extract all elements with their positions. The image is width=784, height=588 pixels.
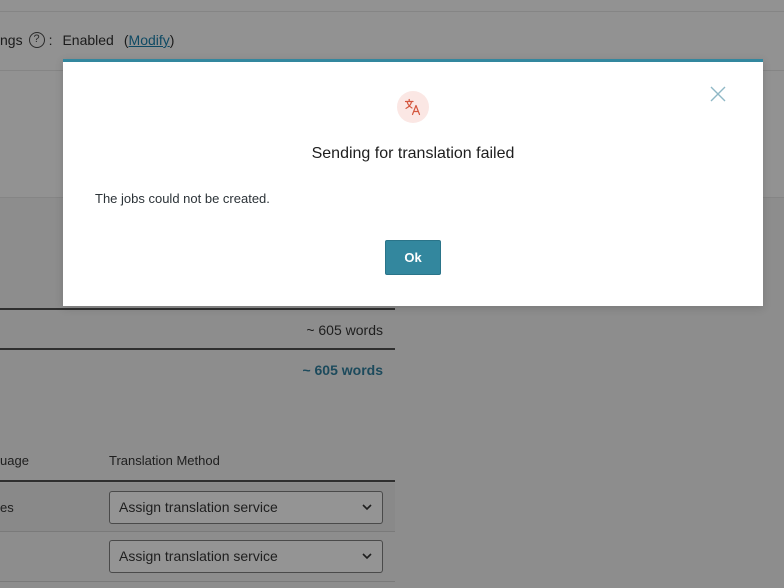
settings-status: Enabled: [62, 32, 114, 48]
total-word-count: ~ 605 words: [302, 362, 383, 378]
settings-colon: :: [48, 32, 53, 48]
dialog-title: Sending for translation failed: [311, 145, 515, 162]
total-word-count-row: ~ 605 words: [0, 360, 395, 380]
dialog-message: The jobs could not be created.: [95, 191, 270, 206]
close-icon[interactable]: [708, 84, 728, 104]
word-count-row: ~ 605 words: [0, 308, 395, 350]
translation-method-select[interactable]: Assign translation service: [109, 491, 383, 524]
column-header-translation-method: Translation Method: [109, 453, 220, 468]
table-header: uage Translation Method: [0, 450, 395, 482]
paren-close: ): [169, 32, 175, 48]
translate-icon: [397, 91, 429, 123]
select-value: Assign translation service: [119, 499, 278, 515]
select-value: Assign translation service: [119, 548, 278, 564]
row-language: es: [0, 500, 14, 515]
help-icon[interactable]: ?: [28, 32, 45, 48]
error-dialog: Sending for translation failed The jobs …: [63, 59, 763, 306]
table-row: Assign translation service: [0, 532, 395, 582]
chevron-down-icon: [362, 504, 372, 511]
table-row: es Assign translation service: [0, 483, 395, 532]
modify-link[interactable]: Modify: [129, 32, 170, 48]
top-bar: [0, 0, 784, 12]
column-header-language: uage: [0, 453, 29, 468]
word-count: ~ 605 words: [306, 322, 383, 338]
ok-button[interactable]: Ok: [385, 240, 441, 275]
settings-label: ngs: [0, 32, 23, 48]
chevron-down-icon: [362, 553, 372, 560]
translation-method-select[interactable]: Assign translation service: [109, 540, 383, 573]
